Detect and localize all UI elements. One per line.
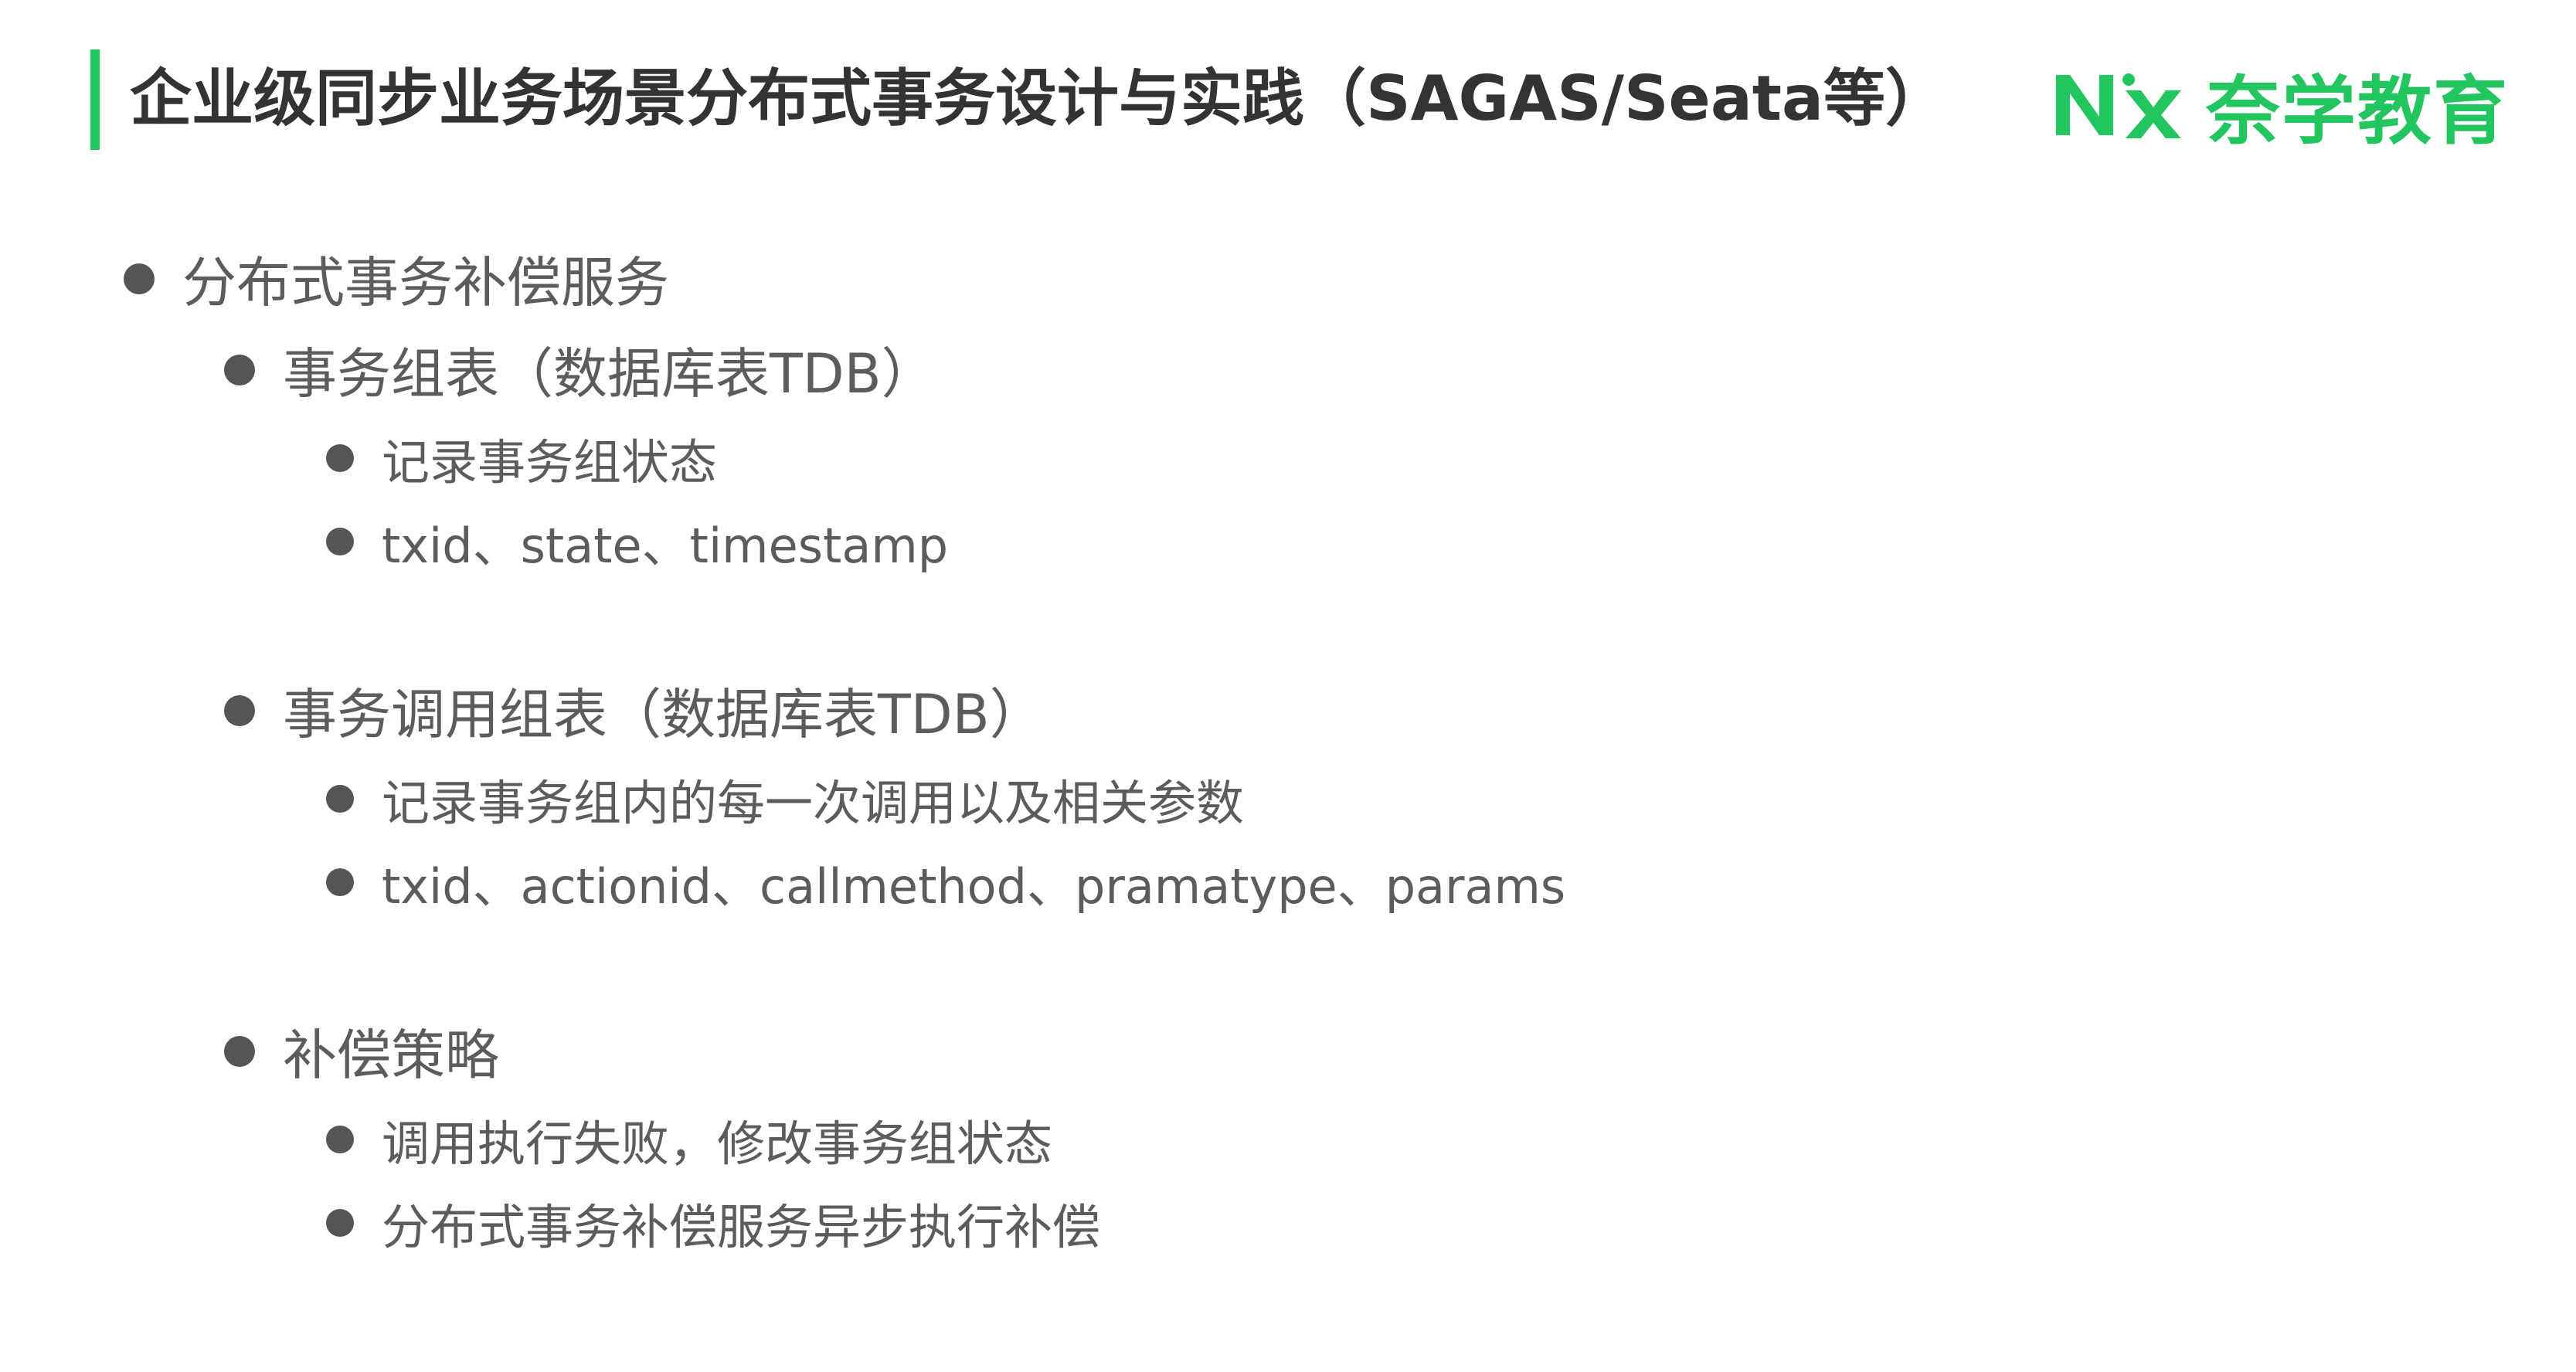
nx-logo-icon [2056,73,2181,138]
list-item: 调用执行失败，修改事务组状态 [326,1105,1052,1174]
bullet-dot-icon [326,444,354,472]
list-item: 记录事务组内的每一次调用以及相关参数 [326,764,1244,834]
list-item-text: 分布式事务补偿服务 [182,251,669,314]
bullet-dot-icon [326,1209,354,1237]
bullet-dot-icon [326,1126,354,1153]
list-item: 分布式事务补偿服务异步执行补偿 [326,1188,1100,1258]
brand-name: 奈学教育 [2206,67,2509,155]
list-item-text: 调用执行失败，修改事务组状态 [382,1116,1053,1172]
bullet-dot-icon [326,785,354,813]
list-item: 事务调用组表（数据库表TDB） [224,671,1044,749]
list-item-text: 分布式事务补偿服务异步执行补偿 [382,1199,1101,1255]
bullet-dot-icon [224,354,255,385]
bullet-dot-icon [326,868,354,896]
bullet-dot-icon [124,263,155,294]
list-item: 补偿策略 [224,1012,499,1090]
bullet-dot-icon [224,694,255,726]
list-item-text: txid、actionid、callmethod、pramatype、param… [382,858,1566,915]
brand-logo: 奈学教育 [2051,62,2509,155]
list-item-text: 事务调用组表（数据库表TDB） [283,683,1044,746]
list-item-text: txid、state、timestamp [382,518,949,574]
list-item-text: 记录事务组状态 [382,434,718,491]
list-item-text: 事务组表（数据库表TDB） [283,342,936,406]
list-item: txid、state、timestamp [326,507,948,576]
list-item-text: 补偿策略 [283,1024,499,1087]
list-item: 事务组表（数据库表TDB） [224,331,936,409]
bullet-dot-icon [224,1035,255,1067]
title-accent-bar [90,49,100,150]
page-title: 企业级同步业务场景分布式事务设计与实践（SAGAS/Seata等） [130,63,1948,134]
list-item: 分布式事务补偿服务 [124,239,669,318]
list-item: 记录事务组状态 [326,423,717,493]
list-item-text: 记录事务组内的每一次调用以及相关参数 [382,775,1245,831]
list-item: txid、actionid、callmethod、pramatype、param… [326,847,1565,917]
bullet-dot-icon [326,528,354,555]
